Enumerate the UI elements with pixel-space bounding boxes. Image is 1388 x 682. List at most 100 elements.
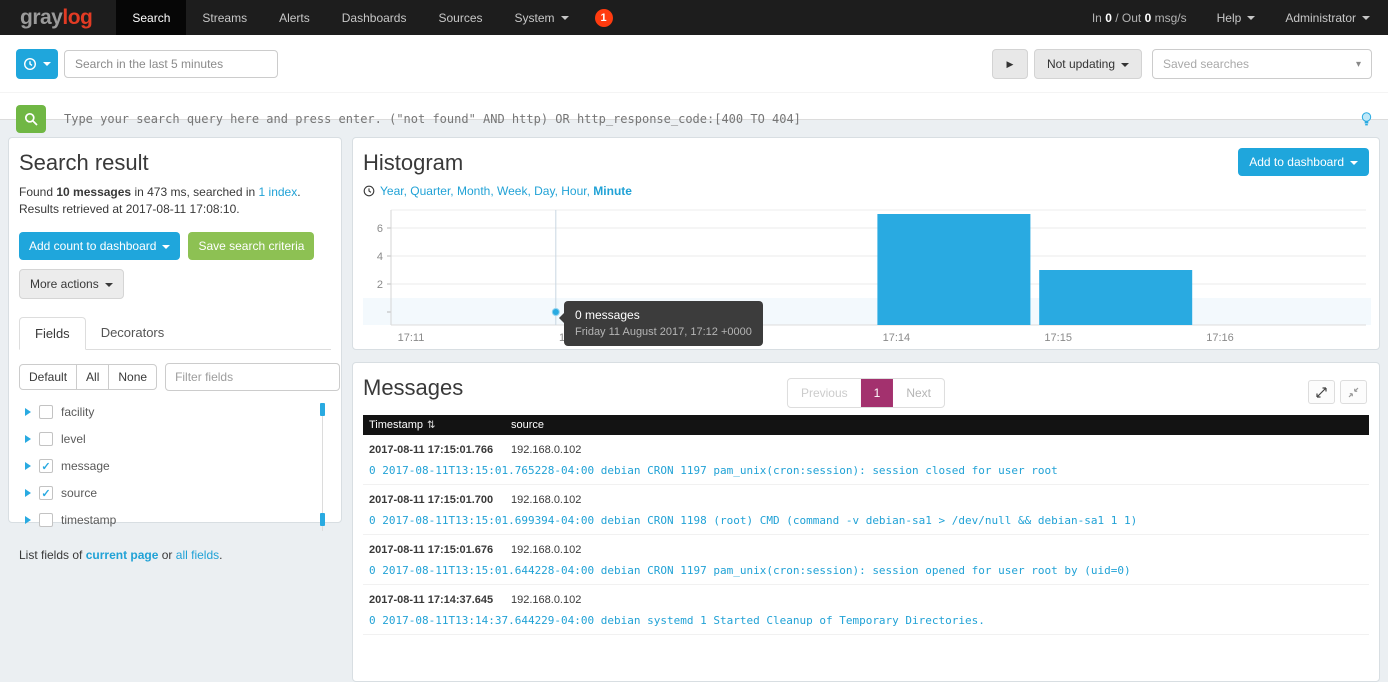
field-label: source [61, 486, 97, 500]
nav-item-streams[interactable]: Streams [186, 0, 263, 35]
column-timestamp: Timestamp [369, 419, 423, 431]
resolution-link-week[interactable]: Week [497, 184, 527, 198]
result-summary: Found 10 messages in 473 ms, searched in… [19, 184, 331, 219]
resolution-link-year[interactable]: Year [380, 184, 404, 198]
message-source: 192.168.0.102 [511, 544, 581, 556]
add-to-dashboard-button[interactable]: Add to dashboard [1238, 148, 1369, 176]
graylog-logo[interactable]: graylog [0, 0, 116, 35]
refresh-dropdown-button[interactable]: Not updating [1034, 49, 1142, 79]
collapse-icon [1348, 387, 1359, 398]
timerange-row: ▶ Not updating Saved searches ▾ [0, 35, 1388, 79]
fields-default-button[interactable]: Default [19, 364, 77, 390]
chevron-down-icon [1247, 16, 1255, 20]
message-text: 0 2017-08-11T13:15:01.699394-04:00 debia… [363, 514, 1369, 527]
summary-suffix: . [297, 185, 300, 199]
field-row-source: ✓ source [19, 480, 331, 507]
sort-icon[interactable]: ⇅ [427, 420, 435, 431]
pagination-page-1[interactable]: 1 [861, 379, 894, 407]
timerange-dropdown-button[interactable] [16, 49, 58, 79]
field-row-facility: facility [19, 399, 331, 426]
resolution-link-quarter[interactable]: Quarter [410, 184, 450, 198]
saved-searches-select[interactable]: Saved searches ▾ [1152, 49, 1372, 79]
summary-count: 10 messages [56, 185, 131, 199]
fields-list: facilitylevel✓message✓sourcetimestamp [19, 399, 331, 536]
query-row [0, 92, 1388, 133]
fields-all-button[interactable]: All [76, 364, 109, 390]
more-actions-button[interactable]: More actions [19, 269, 124, 299]
field-checkbox-facility[interactable] [39, 405, 53, 419]
message-row[interactable]: 2017-08-11 17:14:37.645192.168.0.1020 20… [363, 585, 1369, 635]
nav-item-sources[interactable]: Sources [422, 0, 498, 35]
play-button[interactable]: ▶ [992, 49, 1028, 79]
fields-scrollbar-track [322, 403, 323, 531]
histogram-resolution-row: Year, Quarter, Month, Week, Day, Hour, M… [363, 184, 1369, 198]
collapse-messages-button[interactable] [1340, 380, 1367, 404]
search-icon [24, 112, 38, 126]
message-row[interactable]: 2017-08-11 17:15:01.676192.168.0.1020 20… [363, 535, 1369, 585]
svg-text:2: 2 [377, 279, 383, 291]
index-link[interactable]: 1 index [259, 185, 298, 199]
message-text: 0 2017-08-11T13:15:01.765228-04:00 debia… [363, 464, 1369, 477]
all-fields-link[interactable]: all fields [176, 548, 219, 562]
tab-decorators[interactable]: Decorators [86, 317, 180, 350]
field-checkbox-source[interactable]: ✓ [39, 486, 53, 500]
svg-text:17:14: 17:14 [883, 332, 911, 344]
resolution-link-hour[interactable]: Hour [561, 184, 586, 198]
pagination-previous[interactable]: Previous [788, 379, 861, 407]
search-submit-button[interactable] [16, 105, 46, 133]
field-expand-caret-icon[interactable] [25, 408, 31, 416]
tab-fields[interactable]: Fields [19, 317, 86, 350]
summary-prefix: Found [19, 185, 53, 199]
add-count-to-dashboard-button[interactable]: Add count to dashboard [19, 232, 180, 260]
current-page-link[interactable]: current page [86, 548, 159, 562]
message-row[interactable]: 2017-08-11 17:15:01.766192.168.0.1020 20… [363, 435, 1369, 485]
nav-user-menu[interactable]: Administrator [1285, 11, 1370, 25]
field-expand-caret-icon[interactable] [25, 435, 31, 443]
resolution-link-day[interactable]: Day [534, 184, 554, 198]
field-expand-caret-icon[interactable] [25, 489, 31, 497]
field-expand-caret-icon[interactable] [25, 516, 31, 524]
message-source: 192.168.0.102 [511, 494, 581, 506]
notification-badge[interactable]: 1 [595, 9, 613, 27]
throughput-out-label: / Out [1115, 11, 1141, 25]
fields-footer: List fields of current page or all field… [19, 548, 331, 562]
nav-help-menu[interactable]: Help [1217, 11, 1256, 25]
refresh-label: Not updating [1047, 57, 1115, 71]
nav-item-alerts[interactable]: Alerts [263, 0, 326, 35]
nav-item-system[interactable]: System [499, 0, 585, 35]
histogram-panel: Histogram Add to dashboard Year, Quarter… [352, 137, 1380, 350]
nav-item-dashboards[interactable]: Dashboards [326, 0, 423, 35]
pagination-next[interactable]: Next [893, 379, 944, 407]
expand-messages-button[interactable] [1308, 380, 1335, 404]
footer-suffix: . [219, 548, 222, 562]
brand-log: log [62, 6, 92, 30]
field-row-message: ✓message [19, 453, 331, 480]
histogram-title: Histogram [363, 150, 463, 176]
message-timestamp: 2017-08-11 17:15:01.700 [363, 494, 511, 506]
query-input[interactable] [62, 111, 1351, 127]
throughput-in-value: 0 [1105, 11, 1112, 25]
save-search-criteria-button[interactable]: Save search criteria [188, 232, 314, 260]
tooltip-value: 0 messages [575, 308, 752, 322]
chevron-down-icon [561, 16, 569, 20]
field-expand-caret-icon[interactable] [25, 462, 31, 470]
field-checkbox-level[interactable] [39, 432, 53, 446]
field-checkbox-timestamp[interactable] [39, 513, 53, 527]
lightbulb-icon[interactable] [1361, 112, 1372, 127]
chevron-down-icon [1350, 161, 1358, 165]
field-checkbox-message[interactable]: ✓ [39, 459, 53, 473]
histogram-chart[interactable]: 24617:1117:1217:1317:1417:1517:16 [363, 203, 1371, 353]
results-retrieved-text: Results retrieved at 2017-08-11 17:08:10… [19, 201, 331, 218]
nav-item-search[interactable]: Search [116, 0, 186, 35]
fields-scrollbar-thumb[interactable] [320, 403, 325, 416]
resolution-link-month[interactable]: Month [457, 184, 490, 198]
fields-scrollbar-thumb[interactable] [320, 513, 325, 526]
fields-none-button[interactable]: None [108, 364, 157, 390]
search-result-panel: Search result Found 10 messages in 473 m… [8, 137, 342, 523]
timerange-input[interactable] [64, 50, 278, 78]
footer-or: or [162, 548, 173, 562]
resolution-link-minute[interactable]: Minute [593, 184, 632, 198]
message-row[interactable]: 2017-08-11 17:15:01.700192.168.0.102 0 20… [363, 485, 1369, 535]
chevron-down-icon [1362, 16, 1370, 20]
filter-fields-input[interactable] [165, 363, 340, 391]
